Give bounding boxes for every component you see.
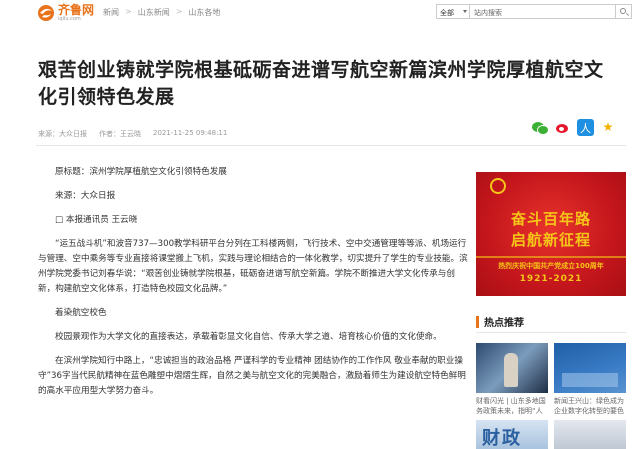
search-scope-select[interactable]: 全部 <box>436 4 470 19</box>
breadcrumb: 新闻 > 山东新闻 > 山东各地 <box>103 7 220 18</box>
hot-divider <box>476 332 626 333</box>
banner-line-2: 启航新征程 <box>510 231 591 249</box>
qzone-icon[interactable] <box>600 119 617 136</box>
hot-item-image <box>476 343 548 393</box>
hot-item[interactable]: 财看闪光 | 山东多地国务政策未来，指明“人 <box>476 343 548 416</box>
section-marker <box>476 315 479 328</box>
article-paragraph: 来源：大众日报 <box>55 191 116 201</box>
breadcrumb-item-news[interactable]: 新闻 <box>103 7 119 18</box>
logo-name: 齐鲁网 <box>58 3 95 17</box>
breadcrumb-separator: > <box>175 7 183 16</box>
search-button[interactable] <box>616 4 632 19</box>
article-paragraph: 校园景观作为大学文化的直接表达，承载着彰显文化自信、传承大学之道、培育核心价值的… <box>55 332 442 342</box>
hot-item-caption: 新闻王兴山：绿色成为企业数字化转型的要色 <box>554 397 624 415</box>
search-scope-value: 全部 <box>440 9 454 17</box>
people-icon[interactable] <box>577 119 594 136</box>
top-bar: 齐鲁网 iqilu.com 新闻 > 山东新闻 > 山东各地 全部 站内搜索 <box>0 0 642 26</box>
article-datetime: 2021-11-25 09:48:11 <box>153 129 228 137</box>
title-divider <box>36 145 626 146</box>
article-meta: 来源：大众日报 作者：王云晓 2021-11-25 09:48:11 <box>38 129 227 139</box>
logo-swirl-icon <box>38 5 54 21</box>
banner-years: 1921-2021 <box>519 274 583 284</box>
hot-recommend-header: 热点推荐 <box>476 314 524 329</box>
banner-line-1: 奋斗百年路 <box>510 210 591 228</box>
article-body: 原标题：滨州学院厚植航空文化引领特色发展 来源：大众日报 □ 本报通讯员 王云晓… <box>38 165 468 408</box>
breadcrumb-item-shandong-news[interactable]: 山东新闻 <box>138 7 170 18</box>
party-anniversary-banner[interactable]: 奋斗百年路 启航新征程 热烈庆祝中国共产党成立100周年 1921-2021 <box>476 172 626 296</box>
hot-item[interactable]: 新闻王兴山：绿色成为企业数字化转型的要色 <box>554 343 626 416</box>
breadcrumb-separator: > <box>125 7 132 16</box>
hot-recommend-title: 热点推荐 <box>484 318 524 329</box>
hot-thumbnails: 财看闪光 | 山东多地国务政策未来，指明“人 新闻王兴山：绿色成为企业数字化转型… <box>476 343 626 416</box>
article-paragraph: 在滨州学院知行中路上，“忠诚担当的政治品格 严谨科学的专业精神 团结协作的工作作… <box>38 356 466 396</box>
hot-item-image[interactable]: 财政 <box>476 420 548 449</box>
wechat-icon[interactable] <box>531 119 549 136</box>
party-emblem-icon <box>490 178 506 194</box>
search-bar: 全部 站内搜索 <box>436 4 632 19</box>
hot-item-image-text: 财政 <box>482 428 522 449</box>
article-source: 来源：大众日报 <box>38 130 87 138</box>
article-paragraph: 原标题：滨州学院厚植航空文化引领特色发展 <box>55 167 227 177</box>
search-input[interactable]: 站内搜索 <box>470 4 616 19</box>
hot-item-image <box>554 343 626 393</box>
article-title: 艰苦创业铸就学院根基砥砺奋进谱写航空新篇滨州学院厚植航空文化引领特色发展 <box>38 59 604 108</box>
article-subheading: 着染航空校色 <box>55 308 107 318</box>
article-author: 作者：王云晓 <box>99 130 141 138</box>
site-logo[interactable]: 齐鲁网 iqilu.com <box>36 3 94 23</box>
weibo-icon[interactable] <box>554 119 571 136</box>
article-paragraph: □ 本报通讯员 王云晓 <box>55 215 138 225</box>
hot-thumbnails-row-2: 财政 <box>476 420 626 449</box>
chevron-down-icon <box>463 10 467 13</box>
hot-item-caption: 财看闪光 | 山东多地国务政策未来，指明“人 <box>476 397 546 415</box>
breadcrumb-item-shandong-local[interactable]: 山东各地 <box>188 7 220 18</box>
article-paragraph: “运五战斗机”和波音737—300教学科研平台分列在工科楼两侧，飞行技术、空中交… <box>38 239 468 294</box>
hot-item-image[interactable] <box>554 420 626 449</box>
banner-line-3: 热烈庆祝中国共产党成立100周年 <box>498 262 604 270</box>
share-bar <box>531 119 617 136</box>
